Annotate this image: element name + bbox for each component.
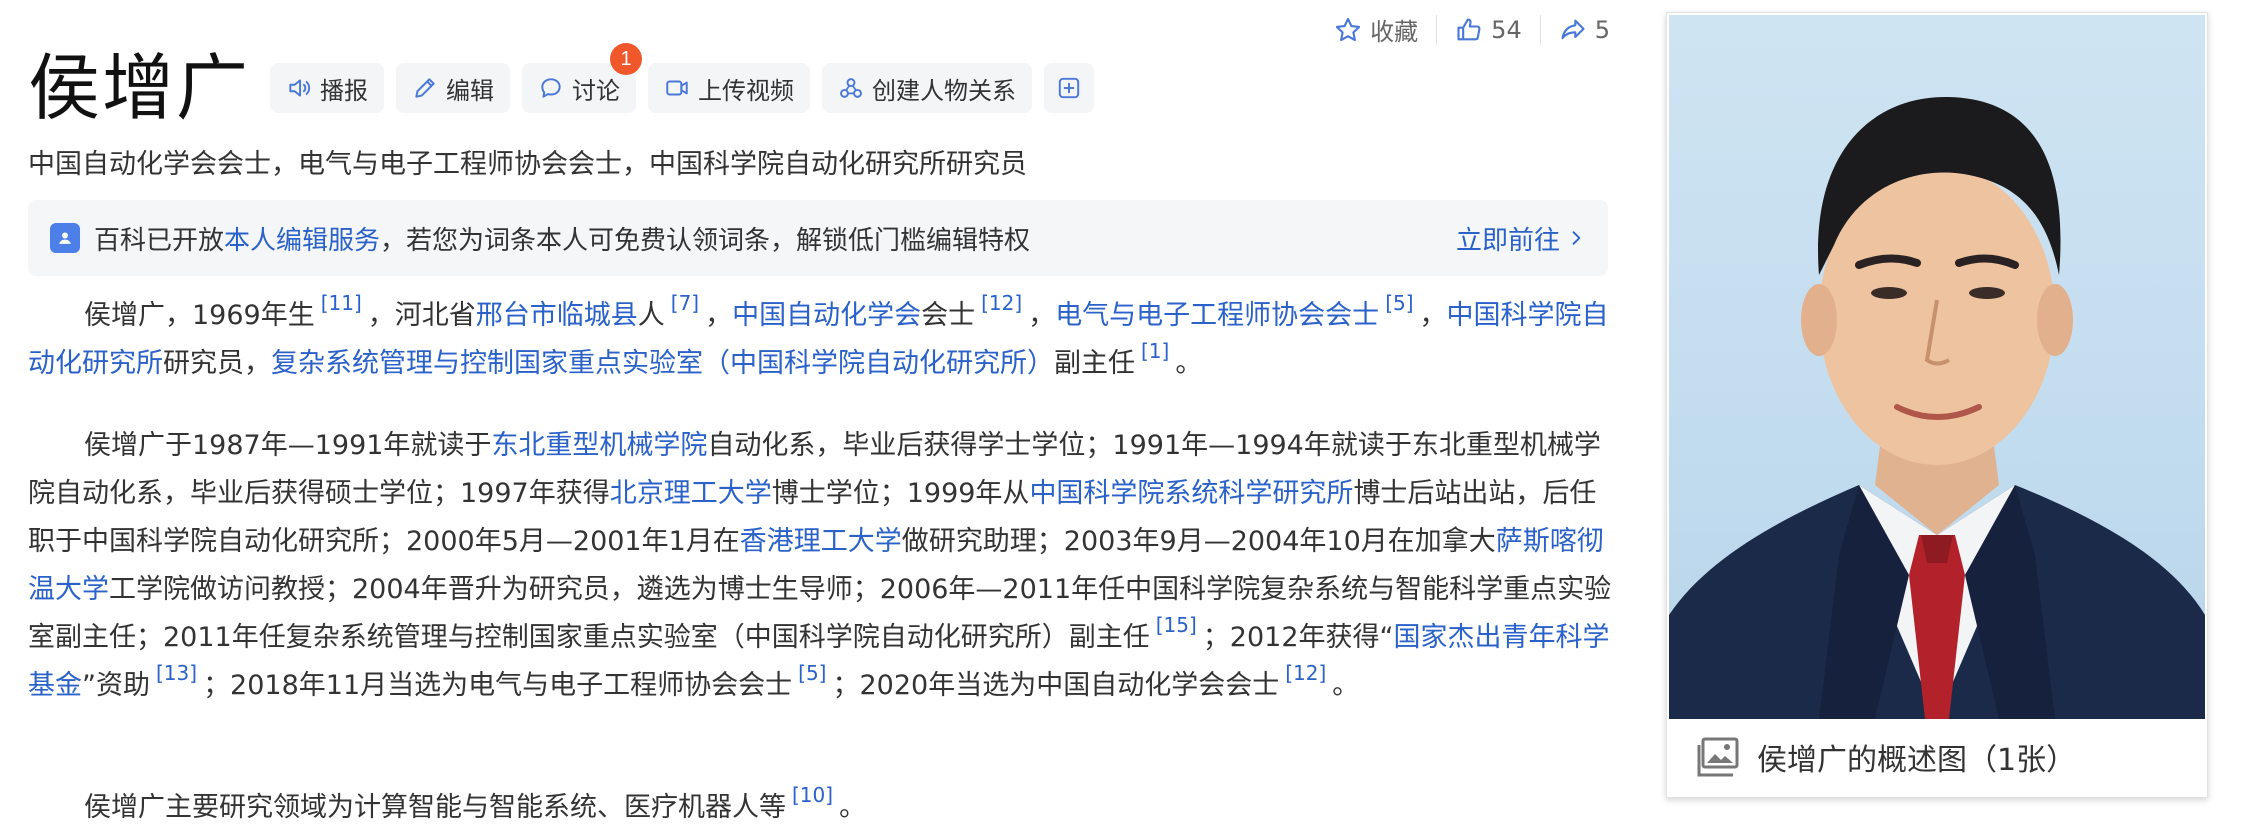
- text: ；2012年获得“: [1202, 622, 1394, 653]
- more-button[interactable]: [1044, 63, 1095, 113]
- create-relation-label: 创建人物关系: [872, 76, 1017, 105]
- image-gallery-icon: [1697, 737, 1739, 777]
- share-count: 5: [1594, 15, 1610, 44]
- self-edit-service-link[interactable]: 本人编辑服务: [224, 220, 380, 257]
- create-relation-button[interactable]: 创建人物关系: [822, 63, 1033, 113]
- state-key-lab-link[interactable]: 复杂系统管理与控制国家重点实验室（中国科学院自动化研究所）: [271, 348, 1054, 379]
- reference-link[interactable]: [1]: [1141, 339, 1169, 363]
- portrait-photo[interactable]: [1669, 15, 2205, 719]
- text: ”资助: [82, 670, 150, 701]
- text: ；2018年11月当选为电气与电子工程师协会会士: [203, 670, 793, 701]
- page: 收藏 54 5 侯增广 播报 编辑 讨论 1 上传视频 创建人物关系 中国自动化…: [0, 0, 2256, 836]
- text: 侯增广于1987年—1991年就读于: [84, 430, 492, 461]
- plus-box-icon: [1058, 77, 1080, 99]
- reference-link[interactable]: [5]: [1385, 291, 1413, 315]
- text: 。: [839, 792, 867, 823]
- reference-link[interactable]: [7]: [671, 291, 699, 315]
- caa-link[interactable]: 中国自动化学会: [732, 300, 921, 331]
- broadcast-label: 播报: [320, 76, 369, 105]
- page-title: 侯增广: [28, 46, 251, 130]
- star-icon: [1336, 17, 1361, 41]
- polyu-link[interactable]: 香港理工大学: [740, 526, 902, 557]
- like-count: 54: [1491, 15, 1522, 44]
- reference-link[interactable]: [10]: [792, 783, 833, 807]
- text: 会士: [921, 300, 976, 331]
- text: 侯增广主要研究领域为计算智能与智能系统、医疗机器人等: [84, 792, 786, 823]
- favorite-button[interactable]: 收藏: [1316, 12, 1436, 47]
- text: ，: [705, 300, 733, 331]
- portrait-illustration: [1669, 96, 2205, 719]
- entry-subtitle: 中国自动化学会会士，电气与电子工程师协会会士，中国科学院自动化研究所研究员: [28, 149, 1027, 180]
- text: 研究员，: [163, 348, 271, 379]
- upload-video-button[interactable]: 上传视频: [648, 63, 811, 113]
- text: 博士学位；1999年从: [771, 478, 1030, 509]
- top-actions: 收藏 54 5: [1316, 12, 1610, 47]
- goto-link[interactable]: 立即前往: [1456, 220, 1586, 257]
- ieee-fellow-link[interactable]: 电气与电子工程师协会会士: [1055, 300, 1379, 331]
- bit-link[interactable]: 北京理工大学: [610, 478, 772, 509]
- school-link[interactable]: 东北重型机械学院: [491, 430, 707, 461]
- chat-bubble-icon: [541, 78, 561, 98]
- text: ；2020年当选为中国自动化学会会士: [832, 670, 1280, 701]
- text: 侯增广，1969年生: [84, 300, 315, 331]
- text: ，: [1419, 300, 1447, 331]
- text: ，: [1028, 300, 1056, 331]
- paragraph-career: 侯增广于1987年—1991年就读于东北重型机械学院自动化系，毕业后获得学士学位…: [28, 422, 1618, 710]
- discuss-label: 讨论: [572, 76, 621, 105]
- broadcast-button[interactable]: 播报: [270, 63, 385, 113]
- paragraph-research: 侯增广主要研究领域为计算智能与智能系统、医疗机器人等 [10]。: [28, 784, 1618, 832]
- discuss-badge: 1: [610, 43, 643, 75]
- reference-link[interactable]: [12]: [981, 291, 1022, 315]
- text: 人: [637, 300, 665, 331]
- photo-caption-text: 侯增广的概述图（1张）: [1757, 743, 2077, 778]
- notice-prefix: 百科已开放: [94, 225, 225, 256]
- self-edit-notice: 百科已开放 本人编辑服务 ，若您为词条本人可免费认领词条，解锁低门槛编辑特权 立即前…: [28, 200, 1608, 276]
- text: 做研究助理；2003年9月—2004年10月在加拿大: [901, 526, 1496, 557]
- speaker-icon: [289, 79, 311, 97]
- user-badge-icon: [50, 223, 80, 253]
- place-link[interactable]: 邢台市临城县: [476, 300, 638, 331]
- photo-caption[interactable]: 侯增广的概述图（1张）: [1667, 717, 2207, 797]
- reference-link[interactable]: [12]: [1285, 661, 1326, 685]
- text: ，河北省: [367, 300, 476, 331]
- iss-link[interactable]: 中国科学院系统科学研究所: [1029, 478, 1353, 509]
- upload-video-label: 上传视频: [698, 76, 795, 105]
- like-button[interactable]: 54: [1437, 16, 1540, 44]
- chevron-right-icon: [1572, 231, 1581, 245]
- paragraph-intro: 侯增广，1969年生 [11] ，河北省邢台市临城县人 [7] ，中国自动化学会会士 [1…: [28, 292, 1618, 388]
- discuss-button[interactable]: 讨论 1: [522, 43, 643, 113]
- text: 副主任: [1054, 348, 1135, 379]
- entry-toolbar: 播报 编辑 讨论 1 上传视频 创建人物关系: [270, 43, 1095, 113]
- notice-suffix: ，若您为词条本人可免费认领词条，解锁低门槛编辑特权: [380, 225, 1031, 256]
- thumb-up-icon: [1457, 17, 1481, 40]
- goto-label: 立即前往: [1455, 225, 1560, 256]
- pencil-icon: [415, 78, 435, 98]
- share-button[interactable]: 5: [1541, 16, 1610, 44]
- title-row: 侯增广 播报 编辑 讨论 1 上传视频 创建人物关系: [28, 43, 1095, 130]
- edit-label: 编辑: [446, 76, 495, 105]
- reference-link[interactable]: [15]: [1156, 613, 1197, 637]
- video-icon: [666, 80, 688, 96]
- favorite-label: 收藏: [1370, 18, 1419, 46]
- summary-photo-card[interactable]: 侯增广的概述图（1张）: [1666, 12, 2208, 798]
- edit-button[interactable]: 编辑: [396, 63, 511, 113]
- text: 。: [1175, 348, 1203, 379]
- reference-link[interactable]: [13]: [156, 661, 197, 685]
- reference-link[interactable]: [11]: [321, 291, 362, 315]
- relation-icon: [840, 78, 862, 98]
- reference-link[interactable]: [5]: [798, 661, 826, 685]
- text: 。: [1332, 670, 1360, 701]
- share-icon: [1561, 19, 1585, 39]
